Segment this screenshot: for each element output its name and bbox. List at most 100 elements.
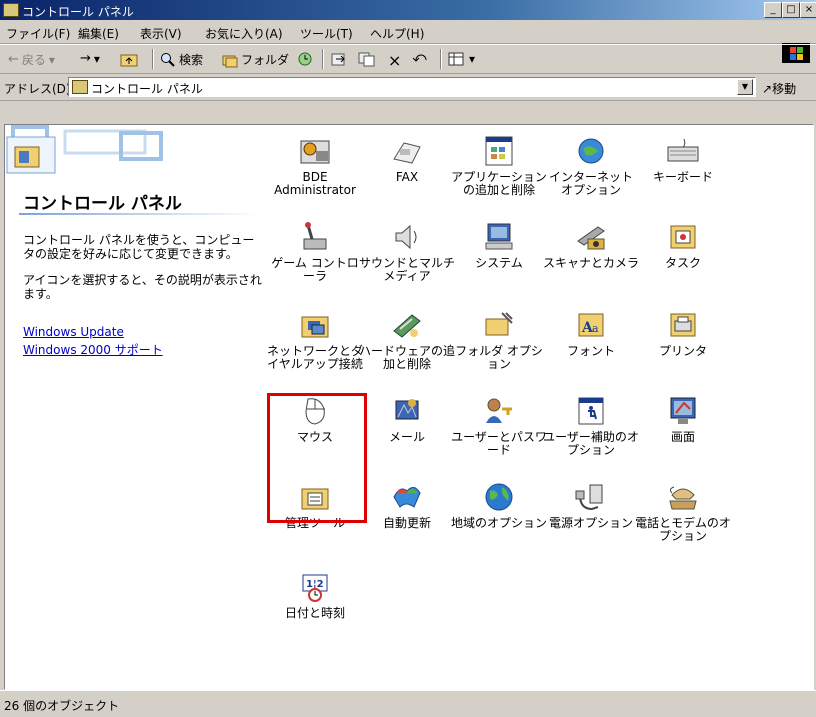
toolbar: ← 戻る ▾ → ▾ 検索 フォルダ × ▾ (0, 44, 816, 74)
control-panel-item[interactable]: 画面 (635, 395, 731, 444)
menu-favorites[interactable]: お気に入り(A) (205, 25, 283, 42)
address-value: コントロール パネル (91, 82, 203, 96)
control-panel-item[interactable]: インターネット オプション (543, 135, 639, 197)
minimize-button[interactable]: _ (764, 2, 782, 18)
search-button[interactable]: 検索 (160, 51, 203, 68)
printers-icon (666, 309, 700, 341)
search-icon (161, 52, 175, 67)
game-controller-icon (298, 221, 332, 253)
item-label: 画面 (670, 430, 695, 444)
forward-button[interactable]: → ▾ (80, 51, 100, 66)
address-bar: アドレス(D) コントロール パネル ▼ ↗移動 (0, 74, 816, 101)
fax-icon (390, 135, 424, 167)
sidebar-hint: アイコンを選択すると、その説明が表示されます。 (23, 273, 262, 301)
copy-to-icon (358, 52, 375, 67)
move-to-button[interactable] (330, 51, 348, 67)
undo-icon (412, 54, 427, 62)
tasks-icon (666, 221, 700, 253)
highlight-box (267, 393, 367, 523)
copy-to-button[interactable] (358, 51, 376, 67)
item-label: アプリケーションの追加と削除 (451, 170, 547, 197)
item-label: ユーザーとパスワード (451, 430, 547, 457)
content-pane: コントロール パネル コントロール パネルを使うと、コンピュータの設定を好みに応… (4, 124, 814, 690)
control-panel-item[interactable]: タスク (635, 221, 731, 270)
control-panel-item[interactable]: メール (359, 395, 455, 444)
control-panel-item[interactable]: キーボード (635, 135, 731, 184)
bde-admin-icon (298, 135, 332, 167)
control-panel-item[interactable]: 電源オプション (543, 481, 639, 530)
link-windows-2000-support[interactable]: Windows 2000 サポート (23, 341, 163, 358)
up-folder-button[interactable] (120, 51, 138, 67)
menu-tools[interactable]: ツール(T) (300, 25, 353, 42)
item-label: BDE Administrator (274, 170, 356, 197)
menu-view[interactable]: 表示(V) (140, 25, 182, 42)
control-panel-item[interactable]: アプリケーションの追加と削除 (451, 135, 547, 197)
views-button[interactable]: ▾ (448, 51, 475, 67)
control-panel-item[interactable]: システム (451, 221, 547, 270)
control-panel-item[interactable]: 地域のオプション (451, 481, 547, 530)
address-label: アドレス(D) (4, 82, 71, 96)
window-title: コントロール パネル (22, 5, 134, 19)
undo-button[interactable] (412, 51, 430, 67)
control-panel-item[interactable]: ユーザー補助のオプション (543, 395, 639, 457)
folder-options-icon (482, 309, 516, 341)
title-bar[interactable]: コントロール パネル _ □ × (0, 0, 816, 20)
folders-icon (222, 55, 238, 67)
back-button[interactable]: ← 戻る ▾ (8, 51, 55, 68)
control-panel-item[interactable]: BDE Administrator (267, 135, 363, 197)
control-panel-item[interactable]: フォルダ オプション (451, 309, 547, 371)
item-label: システム (475, 256, 523, 270)
forward-arrow-icon: → (80, 51, 91, 66)
control-panel-item[interactable]: 自動更新 (359, 481, 455, 530)
control-panel-item[interactable]: Aa フォント (543, 309, 639, 358)
menu-edit[interactable]: 編集(E) (78, 25, 119, 42)
accessibility-icon (574, 395, 608, 427)
menu-file[interactable]: ファイル(F) (6, 25, 70, 42)
close-button[interactable]: × (800, 2, 816, 18)
maximize-button[interactable]: □ (782, 2, 800, 18)
control-panel-item[interactable]: FAX (359, 135, 455, 184)
control-panel-item[interactable]: 1¦2 日付と時刻 (267, 571, 363, 620)
date-time-icon: 1¦2 (298, 571, 332, 603)
status-text: 26 個のオブジェクト (4, 699, 120, 713)
delete-icon: × (388, 51, 402, 70)
item-label: 電話とモデムのオプション (635, 516, 731, 543)
history-button[interactable] (296, 51, 314, 67)
item-label: ネットワークとダイヤルアップ接続 (267, 344, 364, 371)
web-view-sidebar: コントロール パネル コントロール パネルを使うと、コンピュータの設定を好みに応… (5, 125, 267, 685)
item-label: メール (388, 430, 425, 444)
control-panel-item[interactable]: プリンタ (635, 309, 731, 358)
history-icon (298, 52, 312, 66)
system-icon (482, 221, 516, 253)
add-remove-programs-icon (482, 135, 516, 167)
menu-help[interactable]: ヘルプ(H) (370, 25, 424, 42)
network-dialup-icon (298, 309, 332, 341)
item-label: 日付と時刻 (284, 606, 345, 620)
control-panel-item[interactable]: サウンドとマルチメディア (359, 221, 455, 283)
item-label: タスク (664, 256, 701, 270)
address-field[interactable]: コントロール パネル ▼ (68, 77, 756, 97)
item-label: 電源オプション (548, 516, 633, 530)
item-label: 自動更新 (382, 516, 431, 530)
control-panel-item[interactable]: ユーザーとパスワード (451, 395, 547, 457)
control-panel-item[interactable]: ゲーム コントローラ (267, 221, 363, 283)
mail-icon (390, 395, 424, 427)
item-label: 地域のオプション (451, 516, 548, 530)
item-label: ゲーム コントローラ (271, 256, 359, 283)
folders-button[interactable]: フォルダ (222, 51, 289, 68)
item-label: キーボード (652, 170, 713, 184)
menu-bar: ファイル(F) 編集(E) 表示(V) お気に入り(A) ツール(T) ヘルプ(… (0, 21, 816, 63)
automatic-updates-icon (390, 481, 424, 513)
go-button[interactable]: ↗移動 (762, 80, 796, 97)
control-panel-item[interactable]: ネットワークとダイヤルアップ接続 (267, 309, 363, 371)
up-folder-icon (120, 54, 138, 67)
address-dropdown-button[interactable]: ▼ (737, 79, 753, 95)
sidebar-title: コントロール パネル (23, 194, 182, 214)
control-panel-item[interactable]: 電話とモデムのオプション (635, 481, 731, 543)
control-panel-item[interactable]: ハードウェアの追加と削除 (359, 309, 455, 371)
control-panel-item[interactable]: スキャナとカメラ (543, 221, 639, 270)
delete-button[interactable]: × (388, 51, 401, 70)
item-label: フォルダ オプション (455, 344, 543, 371)
link-windows-update[interactable]: Windows Update (23, 325, 124, 339)
item-label: インターネット オプション (548, 170, 633, 197)
